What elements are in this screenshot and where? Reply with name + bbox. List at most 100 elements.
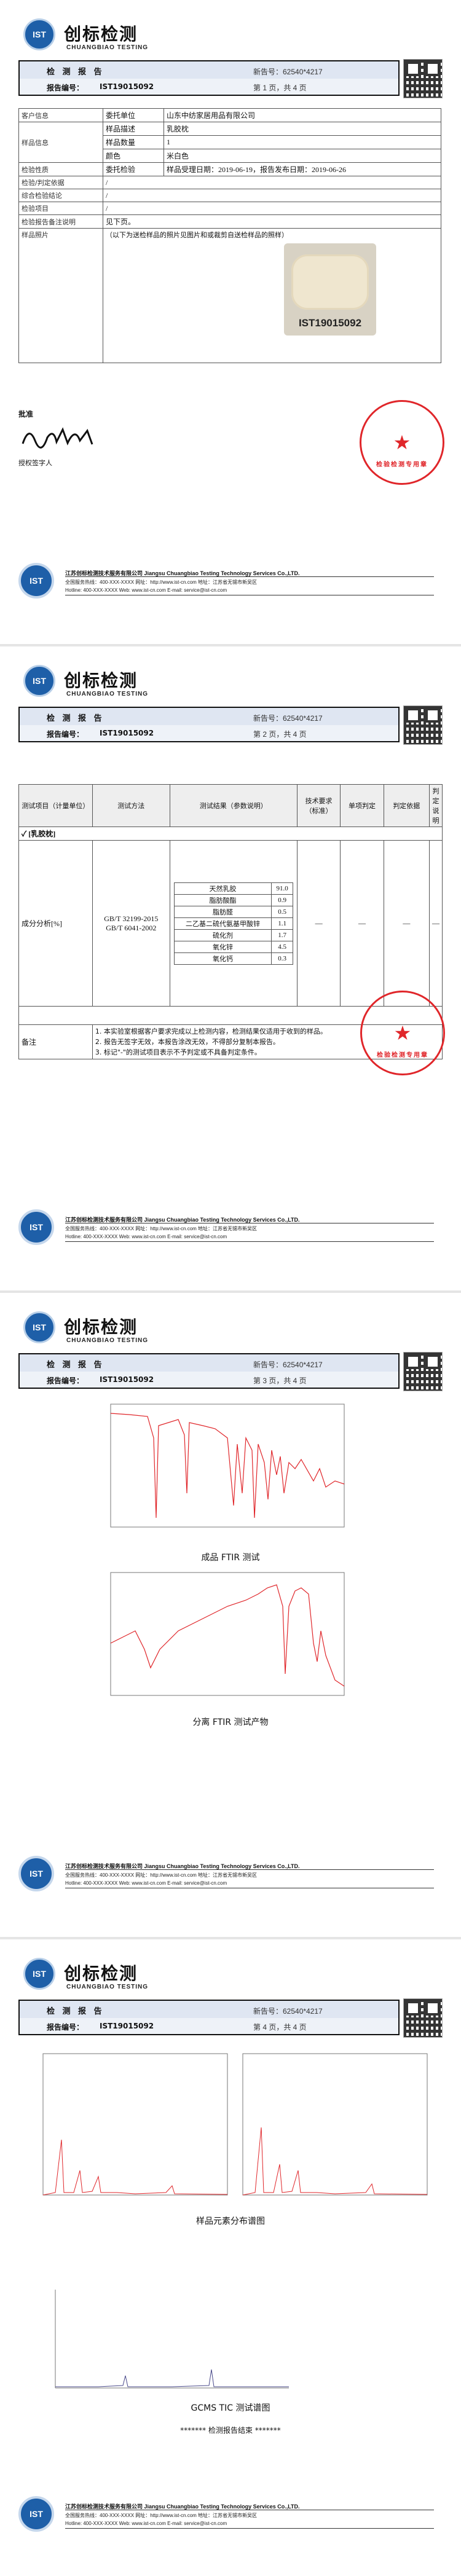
company-logo: IST [23, 665, 55, 697]
report-info-box: 检 测 报 告 新告号：62540*4217 报告编号： IST19015092 第 … [18, 707, 400, 742]
page-number: 第 3 页，共 4 页 [253, 1376, 307, 1385]
report-no-value: IST19015092 [100, 2022, 154, 2030]
report-header: IST 创标检测 CHUANGBIAO TESTING [18, 12, 449, 55]
footer-logo: IST [18, 1856, 54, 1891]
notes-label: 备注 [18, 1024, 93, 1059]
ftir-spectrum-1 [110, 1404, 345, 1528]
row-value: / [103, 189, 441, 202]
section-title: ✓ [乳胶枕] [18, 827, 443, 841]
component-value: 0.3 [271, 952, 293, 965]
signature-image [22, 427, 93, 449]
method-2: GB/T 6041-2002 [106, 923, 157, 932]
footer-line2: 全国服务热线：400-XXX-XXXX 网址：http://www.ist-cn… [65, 2513, 258, 2518]
report-title: 检 测 报 告 [47, 2007, 104, 2016]
footer-logo: IST [18, 2496, 54, 2532]
component-value: 0.9 [271, 893, 293, 906]
row-label: 综合检验结论 [18, 189, 103, 202]
page-number: 第 1 页，共 4 页 [253, 84, 307, 92]
row-label: 检验项目 [18, 202, 103, 215]
report-phone: 新告号：62540*4217 [253, 1361, 323, 1369]
footer-logo: IST [18, 1209, 54, 1245]
judgment-note: — [429, 840, 443, 1007]
report-info-box: 检 测 报 告 新告号：62540*4217 报告编号： IST19015092 第 … [18, 2000, 400, 2035]
report-end-mark: ******* 检测报告结束 ******* [180, 2426, 281, 2435]
photo-note: （以下为送检样品的照片见图片和或裁剪自送检样品的照样） [106, 232, 288, 239]
pillow-image [291, 254, 369, 310]
footer-line2: 全国服务热线：400-XXX-XXXX 网址：http://www.ist-cn… [65, 579, 258, 585]
row-label: 样品信息 [18, 122, 103, 163]
page-number: 第 4 页，共 4 页 [253, 2023, 307, 2032]
col-header: 测试项目（计量单位） [18, 784, 93, 827]
report-title: 检 测 报 告 [47, 1361, 104, 1370]
eds-spectrum-1 [42, 2053, 228, 2196]
component-value: 0.5 [271, 905, 293, 918]
brand-name-cn: 创标检测 [64, 24, 138, 44]
component-name: 脂肪酸酯 [173, 893, 272, 906]
judgment-basis: — [383, 840, 430, 1007]
report-phone: 新告号：62540*4217 [253, 68, 323, 76]
company-logo: IST [23, 1311, 55, 1343]
report-header: IST 创标检测 CHUANGBIAO TESTING [18, 659, 449, 702]
official-seal: ★ 检验检测专用章 [360, 991, 445, 1075]
chart-caption-3: 样品元素分布谱图 [196, 2217, 265, 2226]
sample-dates: 样品受理日期：2019-06-19，报告发布日期：2019-06-26 [164, 162, 441, 176]
footer-line3: Hotline: 400-XXX-XXXX Web: www.ist-cn.co… [65, 587, 227, 593]
component-name: 硫化剂 [173, 929, 272, 941]
report-no-value: IST19015092 [100, 82, 154, 91]
qr-code-icon [403, 1352, 443, 1391]
approver-sub: 授权签字人 [18, 459, 52, 467]
report-phone: 新告号：62540*4217 [253, 714, 323, 723]
col-header: 测试方法 [92, 784, 170, 827]
brand-name-en: CHUANGBIAO TESTING [66, 1984, 148, 1990]
official-seal: ★ 检验检测专用章 [360, 400, 444, 485]
sample-description: 乳胶枕 [164, 122, 441, 136]
report-page-2: IST 创标检测 CHUANGBIAO TESTING 检 测 报 告 新告号：6… [0, 646, 461, 1290]
qr-code-icon [403, 705, 443, 745]
component-value: 1.1 [271, 917, 293, 930]
report-phone: 新告号：62540*4217 [253, 2007, 323, 2016]
page-number: 第 2 页，共 4 页 [253, 730, 307, 739]
row-value: / [103, 202, 441, 215]
chart-caption-4: GCMS TIC 测试谱图 [191, 2403, 270, 2413]
component-value: 1.7 [271, 929, 293, 941]
page-footer: IST 江苏创标检测技术服务有限公司 Jiangsu Chuangbiao Te… [18, 2491, 443, 2537]
col-header: 判定说明 [429, 784, 443, 827]
sample-photo-id: IST19015092 [298, 317, 362, 329]
qr-code-icon [403, 1998, 443, 2038]
company-logo: IST [23, 1958, 55, 1990]
brand-name-en: CHUANGBIAO TESTING [66, 691, 148, 697]
brand-name-cn: 创标检测 [64, 670, 138, 691]
row-label: 检验性质 [18, 162, 103, 176]
row-sublabel: 样品数量 [103, 135, 164, 149]
row-label: 样品照片 [18, 228, 103, 363]
report-page-3: IST 创标检测 CHUANGBIAO TESTING 检 测 报 告 新告号：6… [0, 1293, 461, 1937]
col-header: 测试结果（参数说明） [169, 784, 297, 827]
method-1: GB/T 32199-2015 [104, 914, 159, 923]
footer-line3: Hotline: 400-XXX-XXXX Web: www.ist-cn.co… [65, 1234, 227, 1239]
footer-logo: IST [18, 563, 54, 599]
seal-text: 检验检测专用章 [376, 461, 428, 468]
report-no-label: 报告编号： [47, 730, 84, 739]
chart-caption-2: 分离 FTIR 测试产物 [192, 1718, 269, 1727]
composition-table: 天然乳胶 91.0 脂肪酸酯 0.9 脂肪醛 0.5 二乙基二硫代氨基甲酸锌 1.1 硫… [173, 882, 293, 965]
brand-name-cn: 创标检测 [64, 1317, 138, 1337]
component-name: 天然乳胶 [173, 882, 272, 895]
client-name: 山东中纺家居用品有限公司 [164, 108, 441, 122]
col-header: 技术要求（标准） [296, 784, 341, 827]
footer-line2: 全国服务热线：400-XXX-XXXX 网址：http://www.ist-cn… [65, 1226, 258, 1231]
sample-color: 米白色 [164, 149, 441, 163]
col-header: 单项判定 [340, 784, 384, 827]
report-no-label: 报告编号： [47, 1376, 84, 1385]
footer-line3: Hotline: 400-XXX-XXXX Web: www.ist-cn.co… [65, 1880, 227, 1886]
eds-spectrum-2 [242, 2053, 428, 2196]
row-label: 检验报告备注说明 [18, 214, 103, 229]
single-judgment: — [340, 840, 384, 1007]
component-name: 氧化锌 [173, 940, 272, 953]
component-name: 脂肪醛 [173, 905, 272, 918]
tech-requirement: — [296, 840, 341, 1007]
report-header: IST 创标检测 CHUANGBIAO TESTING [18, 1952, 449, 1995]
seal-text: 检验检测专用章 [377, 1052, 428, 1059]
sample-info-table: 客户信息 委托单位 山东中纺家居用品有限公司 样品信息 样品描述 乳胶枕 样品数量 1 颜… [18, 108, 441, 363]
sample-quantity: 1 [164, 135, 441, 149]
brand-name-cn: 创标检测 [64, 1963, 138, 1984]
